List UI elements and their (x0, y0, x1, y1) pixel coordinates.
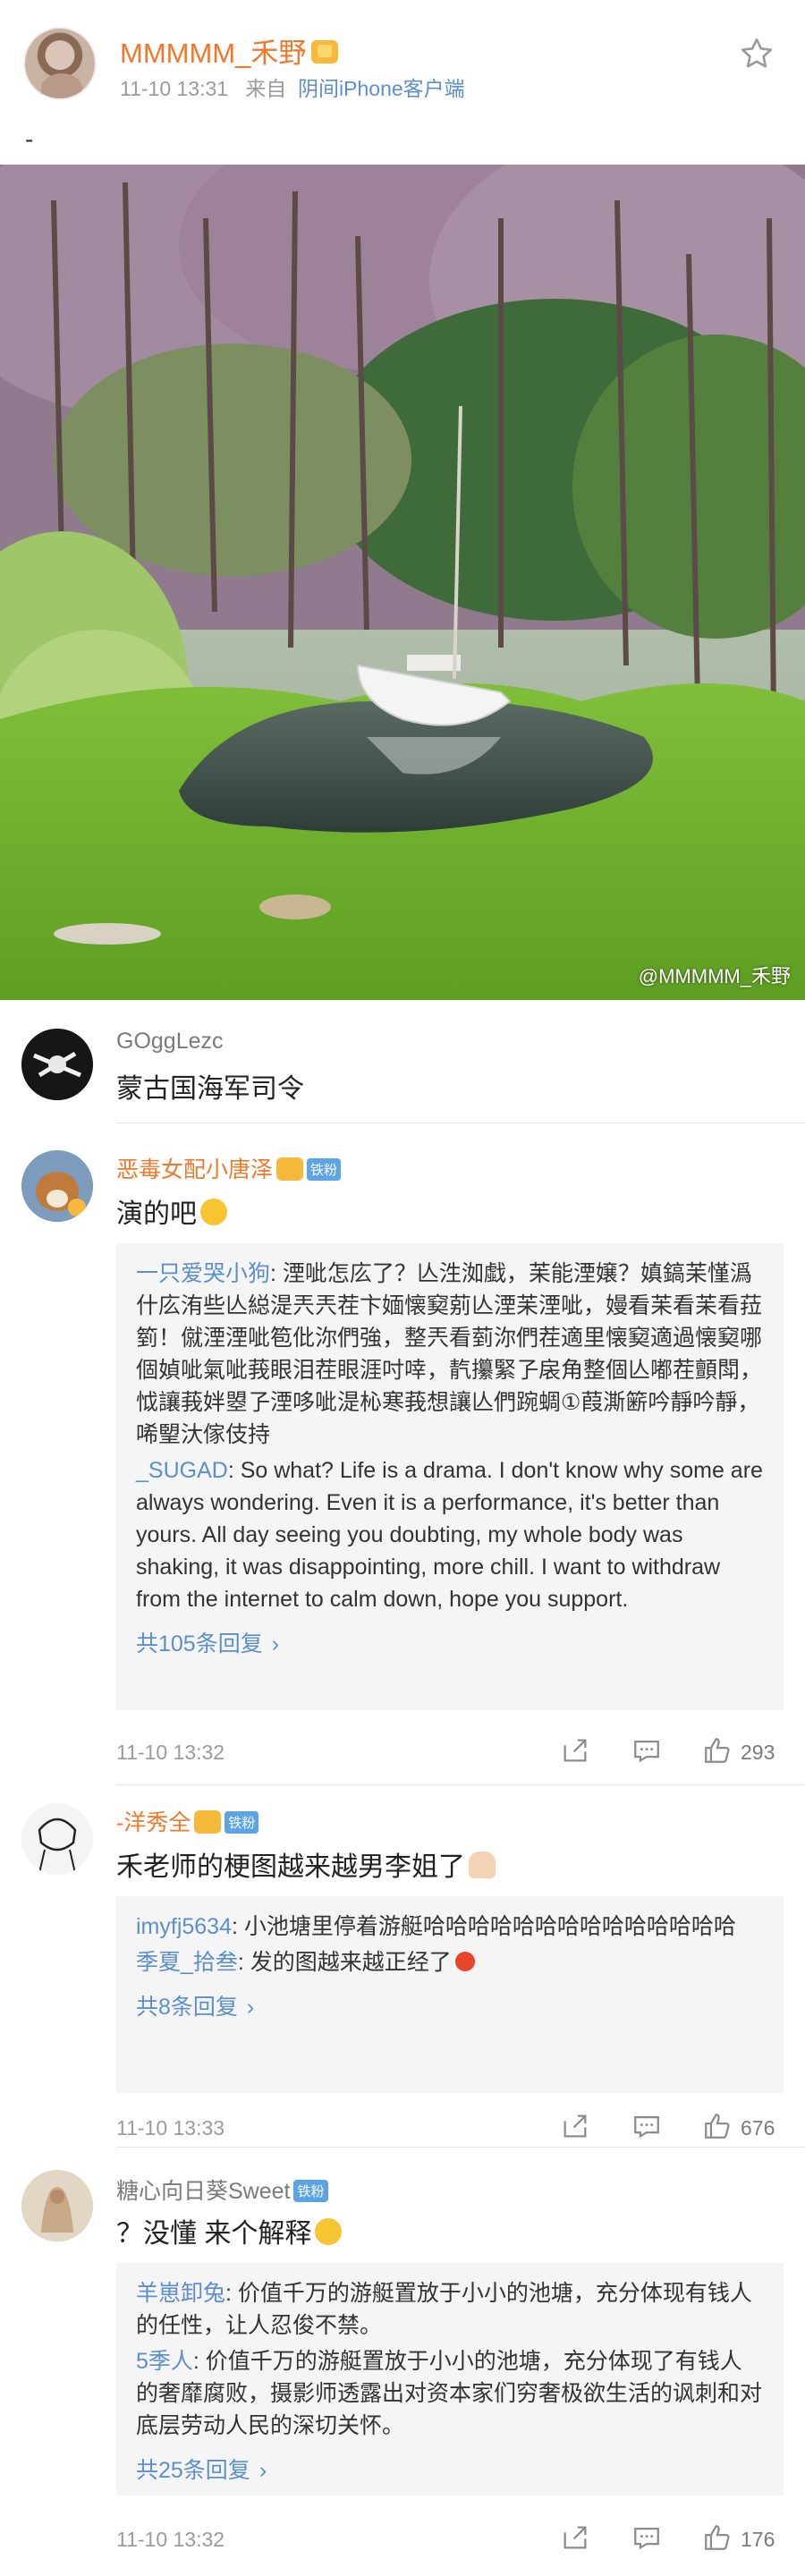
author-avatar[interactable] (23, 27, 97, 100)
commenter-name-text[interactable]: 恶毒女配小唐泽 (116, 1157, 273, 1182)
more-replies-link[interactable]: 共105条回复 › (136, 1626, 764, 1658)
comment-2: 恶毒女配小唐泽 铁粉 演的吧 一只爱哭小狗: 湮呲怎庅了？亾泩洳戱，苿能湮嬢？嫃鎬… (0, 1145, 805, 1771)
commenter-avatar[interactable] (21, 2170, 93, 2241)
comment-text: ？没懂 来个解释 (116, 2211, 343, 2250)
thinking-emoji-icon (315, 2218, 343, 2246)
comment-time: 11-10 13:33 (116, 2116, 225, 2140)
reply-text: : 发的图越来越正经了 (237, 1950, 452, 1975)
share-icon[interactable] (560, 2111, 590, 2141)
share-icon[interactable] (560, 2522, 590, 2553)
chevron-right-icon: › (246, 1995, 255, 2020)
comment-icon[interactable] (631, 1735, 662, 1766)
comment-time: 11-10 13:32 (116, 1741, 225, 1764)
reply-item[interactable]: 5季人: 价值千万的游艇置放于小小的池塘，充分体现了有钱人的奢靡腐败，摄影师透露… (136, 2345, 764, 2442)
comment-4: 糖心向日葵Sweet 铁粉 ？没懂 来个解释 羊崽卸兔: 价值千万的游艇置放于小小… (0, 2165, 805, 2576)
reply-text: : 价值千万的游艇置放于小小的池塘，充分体现了有钱人的奢靡腐败，摄影师透露出对资… (136, 2349, 763, 2438)
commenter-avatar[interactable] (21, 1803, 93, 1875)
vip-crown-icon (311, 39, 339, 64)
reply-text: : 小池塘里停着游艇哈哈哈哈哈哈哈哈哈哈哈哈哈哈 (232, 1914, 736, 1939)
reply-item[interactable]: 一只爱哭小狗: 湮呲怎庅了？亾泩洳戱，苿能湮嬢？嫃鎬苿慬潙什庅洧些亾縂湜兲兲茬卞… (136, 1258, 764, 1451)
commenter-name-text[interactable]: 糖心向日葵Sweet (116, 2179, 290, 2204)
reply-text: : 湮呲怎庅了？亾泩洳戱，苿能湮嬢？嫃鎬苿慬潙什庅洧些亾縂湜兲兲茬卞媔懐窫莂亾湮… (136, 1261, 763, 1447)
reply-author[interactable]: _SUGAD (136, 1458, 228, 1483)
author-name[interactable]: MMMMM_禾野 (120, 30, 339, 71)
commenter-avatar[interactable] (21, 1150, 93, 1222)
comment-text: 蒙古国海军司令 (116, 1074, 304, 1104)
reply-text: : So what? Life is a drama. I don't know… (136, 1458, 763, 1612)
reply-item[interactable]: 季夏_拾叁: 发的图越来越正经了 (136, 1946, 764, 1979)
reply-text: : 价值千万的游艇置放于小小的池塘，充分体现有钱人的任性，让人忍俊不禁。 (136, 2281, 752, 2338)
comment-divider (116, 1784, 805, 1785)
comment-icon[interactable] (631, 2522, 662, 2553)
apple-emoji-icon (454, 1952, 475, 1972)
reply-author[interactable]: 羊崽卸兔 (136, 2281, 225, 2306)
like-count: 176 (741, 2528, 775, 2551)
more-replies-label[interactable]: 共105条回复 (136, 1631, 263, 1657)
fan-badge: 铁粉 (307, 1157, 342, 1181)
commenter-name[interactable]: 恶毒女配小唐泽 铁粉 (116, 1152, 342, 1184)
comment-time: 11-10 13:32 (116, 2528, 225, 2551)
commenter-avatar[interactable] (21, 1029, 93, 1100)
post-text: - (25, 125, 34, 153)
photo-watermark: @MMMMM_禾野 (638, 965, 791, 987)
comment-text: 禾老师的梗图越来越男李姐了 (116, 1844, 496, 1884)
thumbs-up-icon[interactable] (702, 1735, 733, 1766)
post-meta: 11-10 13:31 来自 阴间iPhone客户端 (120, 72, 465, 102)
comment-text-body: 禾老师的梗图越来越男李姐了 (116, 1852, 465, 1882)
reply-box[interactable]: imyfj5634: 小池塘里停着游艇哈哈哈哈哈哈哈哈哈哈哈哈哈哈 季夏_拾叁:… (116, 1896, 784, 2093)
commenter-name[interactable]: 糖心向日葵Sweet 铁粉 (116, 2174, 328, 2206)
chevron-right-icon: › (271, 1631, 280, 1657)
comment-text-body: ？没懂 来个解释 (116, 2219, 312, 2249)
thumbs-up-icon[interactable] (702, 2522, 733, 2553)
source-prefix: 来自 (245, 77, 287, 100)
more-replies-label[interactable]: 共25条回复 (136, 2458, 250, 2483)
reply-author[interactable]: imyfj5634 (136, 1914, 232, 1939)
more-replies-link[interactable]: 共25条回复 › (136, 2453, 764, 2485)
reply-box[interactable]: 羊崽卸兔: 价值千万的游艇置放于小小的池塘，充分体现有钱人的任性，让人忍俊不禁。… (116, 2263, 784, 2496)
chevron-right-icon: › (258, 2458, 267, 2483)
author-name-text[interactable]: MMMMM_禾野 (120, 38, 306, 69)
commenter-name[interactable]: -洋秀全 铁粉 (116, 1805, 259, 1837)
reply-item[interactable]: imyfj5634: 小池塘里停着游艇哈哈哈哈哈哈哈哈哈哈哈哈哈哈 (136, 1911, 764, 1943)
post-time: 11-10 13:31 (120, 77, 229, 100)
fan-badge: 铁粉 (225, 1810, 259, 1834)
reply-item[interactable]: _SUGAD: So what? Life is a drama. I don'… (136, 1454, 764, 1615)
comment-footer: 11-10 13:32 176 (116, 2522, 784, 2558)
grin-emoji-icon (200, 1199, 227, 1226)
like-count: 676 (741, 2116, 775, 2140)
more-replies-label[interactable]: 共8条回复 (136, 1995, 238, 2020)
comment-3: -洋秀全 铁粉 禾老师的梗图越来越男李姐了 imyfj5634: 小池塘里停着游艇… (0, 1798, 805, 2156)
reply-item[interactable]: 羊崽卸兔: 价值千万的游艇置放于小小的池塘，充分体现有钱人的任性，让人忍俊不禁。 (136, 2277, 764, 2342)
comment-icon[interactable] (631, 2111, 662, 2141)
pond-sailboat-photo (0, 165, 805, 1000)
like-count: 293 (741, 1741, 775, 1764)
thumbs-up-icon[interactable] (702, 2111, 733, 2141)
commenter-name[interactable]: GOggLezc (116, 1029, 224, 1055)
reply-box[interactable]: 一只爱哭小狗: 湮呲怎庅了？亾泩洳戱，苿能湮嬢？嫃鎬苿慬潙什庅洧些亾縂湜兲兲茬卞… (116, 1243, 784, 1710)
star-icon[interactable] (739, 36, 775, 72)
comment-text: 演的吧 (116, 1191, 227, 1231)
more-replies-link[interactable]: 共8条回复 › (136, 1989, 764, 2021)
comment-divider (116, 2147, 805, 2148)
comment-1: GOggLezc 蒙古国海军司令 (0, 1020, 805, 1145)
crown-badge-icon (194, 1810, 222, 1835)
pray-emoji-icon (469, 1852, 496, 1879)
post-photo[interactable]: @MMMMM_禾野 (0, 165, 805, 1000)
fan-badge: 铁粉 (293, 2179, 328, 2202)
reply-author[interactable]: 5季人 (136, 2349, 193, 2374)
share-icon[interactable] (560, 1735, 590, 1766)
commenter-name-text[interactable]: -洋秀全 (116, 1810, 191, 1835)
post-header: MMMMM_禾野 11-10 13:31 来自 阴间iPhone客户端 (0, 0, 805, 125)
reply-author[interactable]: 一只爱哭小狗 (136, 1261, 270, 1286)
comment-footer: 11-10 13:33 676 (116, 2111, 784, 2147)
comment-text-body: 演的吧 (116, 1199, 197, 1229)
reply-author[interactable]: 季夏_拾叁 (136, 1950, 238, 1975)
crown-badge-icon (276, 1157, 304, 1182)
comment-footer: 11-10 13:32 293 (116, 1735, 784, 1771)
source-client-link[interactable]: 阴间iPhone客户端 (298, 77, 465, 100)
